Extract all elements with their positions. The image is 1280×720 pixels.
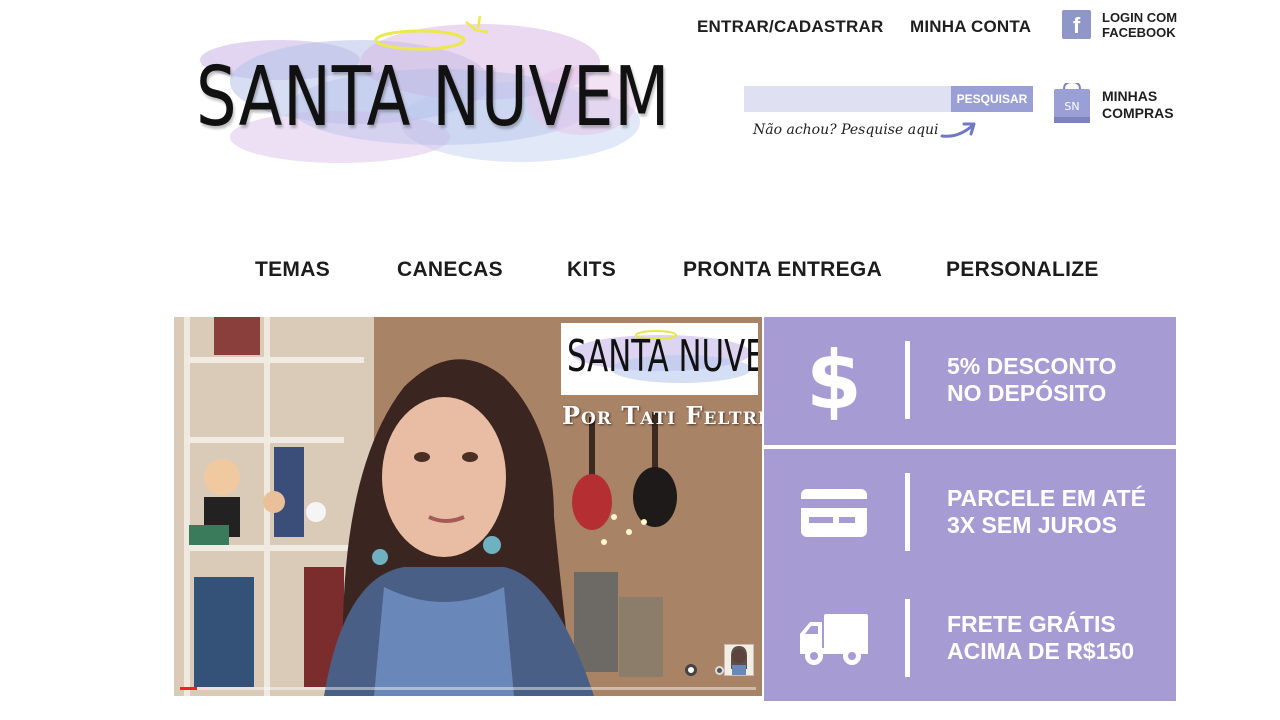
my-purchases-link[interactable]: MINHAS COMPRAS [1102,88,1174,122]
promo-text: FRETE GRÁTIS ACIMA DE R$150 [947,611,1134,665]
channel-avatar [724,644,754,676]
credit-card-icon [794,471,874,555]
nav-item-temas[interactable]: TEMAS [255,258,330,282]
promo-divider [905,599,910,677]
facebook-login-line1: LOGIN COM [1102,10,1178,25]
slider-dot-2[interactable] [715,666,724,675]
truck-icon [794,597,874,681]
featured-video[interactable]: SANTA NUVEM Por Tati Feltrin [174,317,762,696]
shopping-bag-icon-text: SN [1064,100,1079,113]
nav-item-personalize[interactable]: PERSONALIZE [946,258,1099,282]
facebook-login-link[interactable]: LOGIN COM FACEBOOK [1102,10,1177,40]
promo-divider [905,341,910,419]
promo-divider [905,473,910,551]
shopping-bag-icon[interactable]: SN [1053,80,1091,130]
curved-arrow-icon [940,122,976,138]
promo-text: 5% DESCONTO NO DEPÓSITO [947,353,1117,407]
dollar-icon: $ [794,339,874,423]
logo-wordmark: SANTA NUVEM [196,50,671,145]
site-logo[interactable]: SANTA NUVEM [190,12,671,167]
video-progress-bar[interactable] [180,687,756,690]
my-purchases-line2: COMPRAS [1102,105,1174,121]
promo-line2: ACIMA DE R$150 [947,638,1135,664]
promo-line1: PARCELE EM ATÉ [947,485,1146,511]
video-overlay-logo: SANTA NUVEM [561,323,758,395]
search-button[interactable]: PESQUISAR [951,86,1033,112]
facebook-icon[interactable]: f [1062,10,1091,39]
promo-line1: 5% DESCONTO [947,353,1117,379]
video-overlay-logo-text: SANTA NUVEM [567,331,758,382]
facebook-login-line2: FACEBOOK [1102,25,1176,40]
nav-item-canecas[interactable]: CANECAS [397,258,503,282]
promo-text: PARCELE EM ATÉ 3X SEM JUROS [947,485,1146,539]
my-account-link[interactable]: MINHA CONTA [910,17,1031,37]
promo-installments[interactable]: PARCELE EM ATÉ 3X SEM JUROS [764,449,1176,577]
promo-line2: NO DEPÓSITO [947,380,1107,406]
promo-deposit-discount[interactable]: $ 5% DESCONTO NO DEPÓSITO [764,317,1176,445]
promo-free-shipping[interactable]: FRETE GRÁTIS ACIMA DE R$150 [764,575,1176,701]
video-byline: Por Tati Feltrin [562,401,762,430]
dollar-icon-glyph: $ [806,334,862,427]
search-input[interactable] [744,86,952,112]
login-register-link[interactable]: ENTRAR/CADASTRAR [697,17,883,37]
nav-item-kits[interactable]: KITS [567,258,616,282]
nav-item-pronta-entrega[interactable]: PRONTA ENTREGA [683,258,882,282]
video-progress-fill [180,687,198,690]
promo-line2: 3X SEM JUROS [947,512,1117,538]
my-purchases-line1: MINHAS [1102,88,1158,104]
search-hint-text: Não achou? Pesquise aqui [753,122,939,138]
promo-line1: FRETE GRÁTIS [947,611,1116,637]
slider-dot-1[interactable] [685,664,697,676]
